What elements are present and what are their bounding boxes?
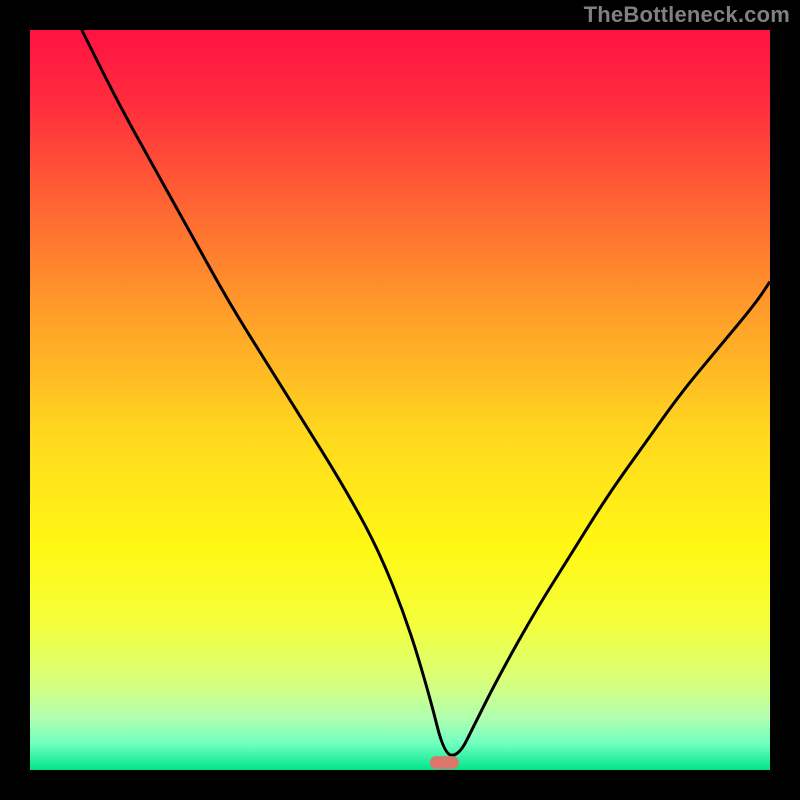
bottleneck-chart	[30, 30, 770, 770]
watermark-text: TheBottleneck.com	[584, 2, 790, 28]
plot-area	[30, 30, 770, 770]
chart-frame: TheBottleneck.com	[0, 0, 800, 800]
minimum-marker	[430, 757, 458, 769]
